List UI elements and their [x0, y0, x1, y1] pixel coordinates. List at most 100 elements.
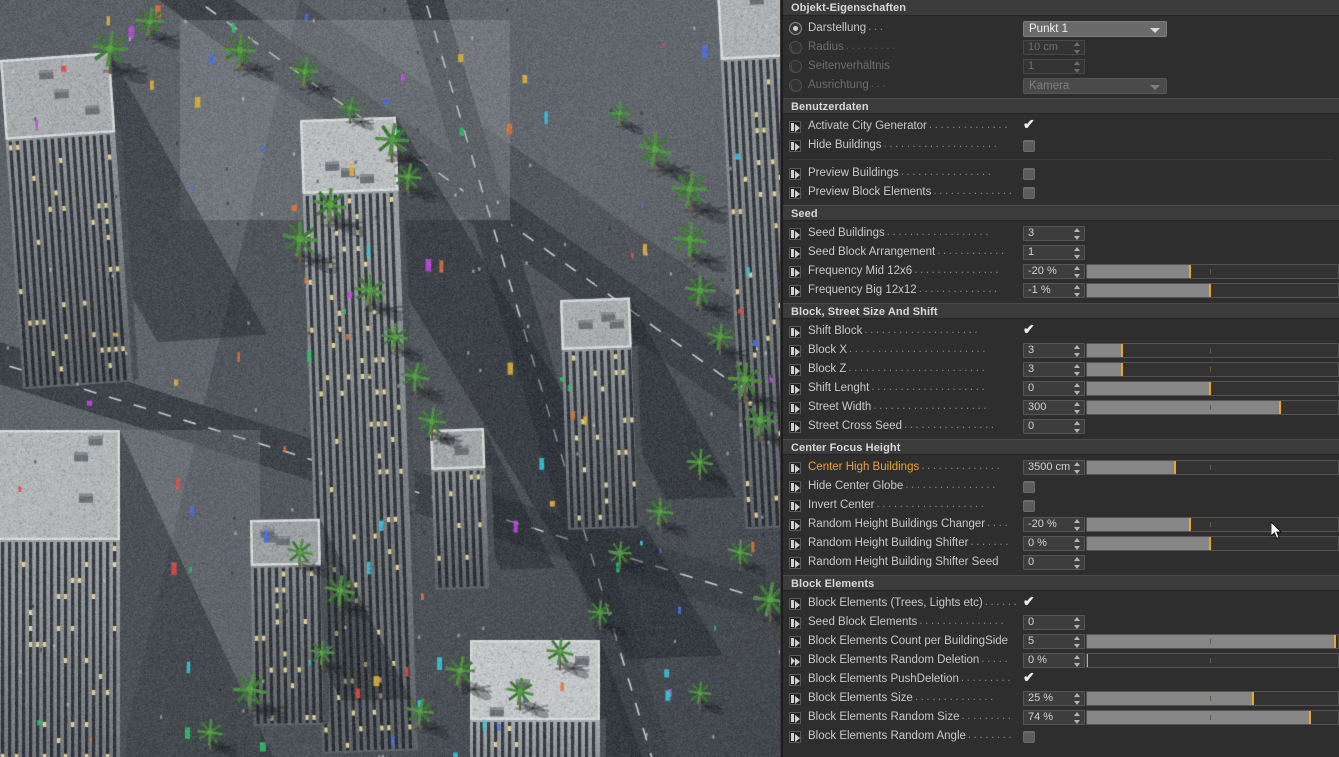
userdata-icon[interactable] [789, 693, 801, 705]
userdata-icon[interactable] [789, 383, 801, 395]
slider-track[interactable] [1086, 710, 1339, 725]
slider-track[interactable] [1086, 517, 1339, 532]
slider-handle[interactable] [1174, 461, 1176, 474]
userdata-icon[interactable] [789, 187, 801, 199]
property-row[interactable]: Block Elements Random Deletion..... 0 % [783, 651, 1339, 670]
userdata-icon[interactable] [789, 228, 801, 240]
property-row[interactable]: Shift Lenght.................... 0 [783, 379, 1339, 398]
number-field[interactable]: 1 [1023, 59, 1085, 74]
checkbox[interactable] [1023, 325, 1037, 338]
slider-handle[interactable] [1279, 401, 1281, 414]
userdata-icon[interactable] [789, 674, 801, 686]
slider-track[interactable] [1086, 283, 1339, 298]
property-row[interactable]: Hide Buildings.................... [783, 136, 1339, 155]
property-row[interactable]: Seed Block Arrangement............ 1 [783, 243, 1339, 262]
spinner-icon[interactable] [1074, 247, 1081, 259]
property-row[interactable]: Random Height Building Shifter....... 0 % [783, 534, 1339, 553]
number-field[interactable]: 3 [1023, 362, 1085, 377]
checkbox[interactable] [1023, 731, 1035, 743]
radio-icon[interactable] [789, 22, 802, 35]
userdata-icon[interactable] [789, 519, 801, 531]
spinner-icon[interactable] [1074, 345, 1081, 357]
number-field[interactable]: 300 [1023, 400, 1085, 415]
property-row[interactable]: Block Elements PushDeletion......... [783, 670, 1339, 689]
userdata-icon[interactable] [789, 557, 801, 569]
userdata-icon[interactable] [789, 364, 801, 376]
slider-track[interactable] [1086, 634, 1339, 649]
spinner-icon[interactable] [1074, 228, 1081, 240]
slider-handle[interactable] [1309, 711, 1311, 724]
spinner-icon[interactable] [1074, 693, 1081, 705]
spinner-icon[interactable] [1074, 421, 1081, 433]
number-field[interactable]: 0 % [1023, 653, 1085, 668]
property-row[interactable]: Preview Block Elements.............. [783, 183, 1339, 202]
section-header-benutzerdaten[interactable]: Benutzerdaten [783, 98, 1339, 114]
number-field[interactable]: 0 [1023, 555, 1085, 570]
property-row[interactable]: Ausrichtung... Kamera [783, 76, 1339, 95]
checkbox[interactable] [1023, 120, 1037, 133]
property-row[interactable]: Seitenverhältnis 1 [783, 57, 1339, 76]
number-field[interactable]: 1 [1023, 245, 1085, 260]
property-row[interactable]: Block Elements Count per BuildingSide 5 [783, 632, 1339, 651]
spinner-icon[interactable] [1074, 712, 1081, 724]
property-row[interactable]: Street Cross Seed................ 0 [783, 417, 1339, 436]
number-field[interactable]: 0 [1023, 419, 1085, 434]
property-row[interactable]: Frequency Mid 12x6............... -20 % [783, 262, 1339, 281]
section-header-seed[interactable]: Seed [783, 205, 1339, 221]
slider-handle[interactable] [1086, 654, 1088, 667]
property-row[interactable]: Center High Buildings.............. 3500 … [783, 458, 1339, 477]
spinner-icon[interactable] [1074, 383, 1081, 395]
spinner-icon[interactable] [1074, 655, 1081, 667]
slider-handle[interactable] [1209, 284, 1211, 297]
userdata-icon[interactable] [789, 636, 801, 648]
chevron-down-icon[interactable] [1150, 85, 1160, 90]
number-field[interactable]: 25 % [1023, 691, 1085, 706]
section-header-center-focus-height[interactable]: Center Focus Height [783, 439, 1339, 455]
checkbox[interactable] [1023, 673, 1037, 686]
userdata-icon[interactable] [789, 462, 801, 474]
userdata-icon[interactable] [789, 326, 801, 338]
number-field[interactable]: 3 [1023, 226, 1085, 241]
radio-icon[interactable] [789, 79, 802, 92]
section-header-block-street-size-and-shift[interactable]: Block, Street Size And Shift [783, 303, 1339, 319]
userdata-icon[interactable] [789, 500, 801, 512]
checkbox[interactable] [1023, 168, 1035, 180]
slider-handle[interactable] [1121, 363, 1123, 376]
number-field[interactable]: -1 % [1023, 283, 1085, 298]
checkbox[interactable] [1023, 500, 1035, 512]
property-row[interactable]: Block Elements Random Angle........ [783, 727, 1339, 746]
property-row[interactable]: Block Elements (Trees, Lights etc)...... [783, 594, 1339, 613]
slider-track[interactable] [1086, 264, 1339, 279]
number-field[interactable]: 3500 cm [1023, 460, 1085, 475]
number-field[interactable]: 5 [1023, 634, 1085, 649]
number-field[interactable]: 10 cm [1023, 40, 1085, 55]
number-field[interactable]: -20 % [1023, 517, 1085, 532]
spinner-icon[interactable] [1074, 42, 1081, 54]
3d-viewport[interactable] [0, 0, 780, 757]
spinner-icon[interactable] [1074, 538, 1081, 550]
section-header-block-elements[interactable]: Block Elements [783, 575, 1339, 591]
userdata-icon[interactable] [789, 731, 801, 743]
property-row[interactable]: Block Elements Random Size......... 74 % [783, 708, 1339, 727]
userdata-icon[interactable] [789, 266, 801, 278]
property-row[interactable]: Hide Center Globe................ [783, 477, 1339, 496]
spinner-icon[interactable] [1074, 462, 1081, 474]
userdata-icon[interactable] [789, 402, 801, 414]
slider-handle[interactable] [1334, 635, 1336, 648]
property-row[interactable]: Random Height Buildings Changer.... -20 % [783, 515, 1339, 534]
spinner-icon[interactable] [1074, 636, 1081, 648]
property-row[interactable]: Block Z........................ 3 [783, 360, 1339, 379]
property-row[interactable]: Radius......... 10 cm [783, 38, 1339, 57]
userdata-icon[interactable] [789, 617, 801, 629]
property-row[interactable]: Street Width.................... 300 [783, 398, 1339, 417]
userdata-icon[interactable] [789, 421, 801, 433]
spinner-icon[interactable] [1074, 557, 1081, 569]
spinner-icon[interactable] [1074, 364, 1081, 376]
slider-track[interactable] [1086, 536, 1339, 551]
userdata-icon[interactable] [789, 481, 801, 493]
checkbox[interactable] [1023, 481, 1035, 493]
property-row[interactable]: Shift Block.................... [783, 322, 1339, 341]
number-field[interactable]: 0 [1023, 615, 1085, 630]
slider-handle[interactable] [1209, 382, 1211, 395]
radio-icon[interactable] [789, 41, 802, 54]
